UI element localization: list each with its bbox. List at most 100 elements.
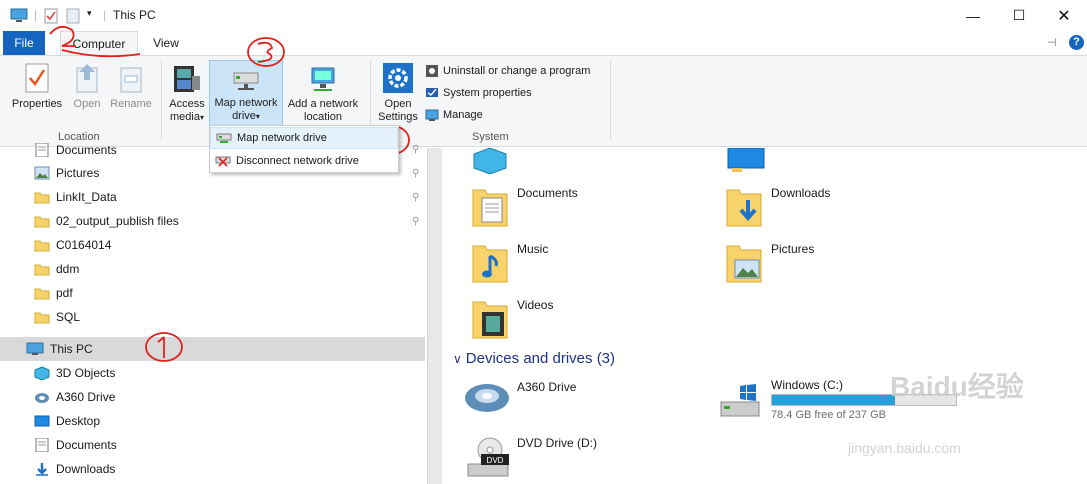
drive-tile-dvd[interactable]: DVD DVD Drive (D:) (465, 436, 597, 478)
access-media-button[interactable]: Access media▾ (166, 62, 208, 124)
group-separator (610, 60, 611, 140)
nav-item-label: 3D Objects (56, 366, 116, 380)
add-network-location-label: Add a network location (287, 98, 359, 123)
nav-item-pictures[interactable]: Pictures (34, 162, 99, 184)
tab-computer[interactable]: Computer (60, 31, 138, 55)
separator: | (34, 8, 38, 22)
nav-item-folder[interactable]: SQL (34, 306, 80, 328)
separator: | (103, 8, 107, 22)
window-title: This PC (113, 8, 156, 22)
folder-tile-music[interactable]: Music (472, 242, 548, 284)
map-network-drive-label: Map network drive (214, 97, 278, 122)
add-network-location-button[interactable]: Add a network location (285, 62, 361, 124)
uninstall-program-button[interactable]: Uninstall or change a program (425, 64, 590, 78)
help-icon[interactable]: ? (1069, 35, 1084, 50)
folder-label: Documents (517, 186, 578, 200)
system-properties-label: System properties (443, 87, 532, 99)
map-network-drive-button[interactable]: Map network drive▾ (209, 60, 283, 126)
a360-drive-icon (35, 393, 49, 403)
watermark-url: jingyan.baidu.com (848, 440, 961, 456)
folder-icon (34, 216, 50, 228)
pane-splitter[interactable] (427, 148, 442, 484)
folder-icon (34, 240, 50, 252)
folder-label: Videos (517, 298, 554, 312)
downloads-folder-icon (726, 189, 762, 227)
nav-item-folder[interactable]: LinkIt_Data (34, 186, 117, 208)
manage-button[interactable]: Manage (425, 108, 483, 122)
open-button[interactable]: Open (68, 62, 106, 111)
map-network-drive-menu: Map network drive Disconnect network dri… (209, 125, 399, 173)
nav-item-label: A360 Drive (56, 390, 116, 404)
close-icon[interactable]: ✕ (1041, 0, 1087, 31)
folder-icon (34, 288, 50, 300)
drive-label: DVD Drive (D:) (517, 436, 597, 450)
properties-icon (25, 63, 49, 93)
rename-button[interactable]: Rename (108, 62, 154, 111)
nav-item-this-pc[interactable]: This PC (26, 338, 93, 360)
documents-icon (35, 438, 49, 452)
nav-item-downloads[interactable]: Downloads (34, 458, 115, 480)
quick-access-dropdown-icon[interactable]: ▾ (87, 8, 92, 19)
folder-tile-pictures[interactable]: Pictures (726, 242, 814, 284)
nav-item-label: This PC (50, 342, 93, 356)
tab-file[interactable]: File (3, 31, 45, 55)
maximize-icon[interactable]: ☐ (996, 0, 1042, 31)
tab-view[interactable]: View (146, 31, 186, 55)
rename-label: Rename (110, 98, 152, 110)
nav-item-label: C0164014 (56, 238, 112, 252)
3d-objects-icon (34, 366, 50, 380)
devices-header-label: Devices and drives (3) (465, 350, 616, 367)
nav-item-desktop[interactable]: Desktop (34, 410, 100, 432)
properties-button[interactable]: Properties (8, 62, 66, 111)
pin-icon[interactable]: ⚲ (412, 192, 419, 203)
folder-label: Pictures (771, 242, 815, 256)
nav-item-folder[interactable]: C0164014 (34, 234, 111, 256)
nav-item-label: pdf (56, 286, 73, 300)
network-drive-icon (216, 133, 232, 143)
ribbon-tabs: File Computer View ⊣ ? (0, 31, 1087, 55)
computer-icon (26, 342, 44, 355)
drive-tile-a360[interactable]: A360 Drive (462, 380, 576, 416)
folder-tile-desktop[interactable] (726, 148, 766, 174)
a360-drive-icon (465, 384, 509, 412)
pin-icon[interactable]: ⚲ (412, 144, 419, 155)
folder-tile-documents[interactable]: Documents (472, 186, 578, 228)
nav-item-label: Downloads (56, 462, 116, 476)
open-settings-button[interactable]: Open Settings (375, 62, 421, 124)
new-folder-quick-icon[interactable] (66, 8, 80, 27)
folder-tile-3d-objects[interactable] (472, 148, 508, 174)
desktop-icon (727, 148, 765, 172)
menu-item-disconnect-network-drive[interactable]: Disconnect network drive (210, 150, 398, 172)
nav-item-folder[interactable]: 02_output_publish files (34, 210, 179, 232)
nav-item-folder[interactable]: pdf (34, 282, 73, 304)
3d-objects-icon (473, 148, 507, 174)
drive-label: A360 Drive (517, 380, 577, 394)
ribbon: Properties Open Rename Location Access m… (0, 55, 1087, 147)
folder-tile-downloads[interactable]: Downloads (726, 186, 830, 228)
computer-icon (10, 8, 28, 27)
nav-item-documents[interactable]: Documents (34, 434, 117, 456)
menu-item-map-network-drive[interactable]: Map network drive (210, 127, 398, 149)
dvd-drive-icon: DVD (467, 437, 509, 477)
folder-label: Downloads (771, 186, 831, 200)
group-separator (161, 60, 162, 140)
pin-icon[interactable]: ⚲ (412, 168, 419, 179)
documents-icon (35, 143, 49, 157)
nav-item-a360-drive[interactable]: A360 Drive (34, 386, 115, 408)
pin-icon[interactable]: ⚲ (412, 216, 419, 227)
folder-tile-videos[interactable]: Videos (472, 298, 553, 340)
group-label-system: System (472, 131, 509, 143)
properties-quick-icon[interactable] (44, 8, 58, 27)
nav-item-documents[interactable]: Documents (34, 139, 117, 161)
nav-item-folder[interactable]: ddm (34, 258, 79, 280)
documents-folder-icon (472, 189, 508, 227)
system-properties-button[interactable]: System properties (425, 86, 532, 100)
network-drive-icon (233, 72, 259, 90)
minimize-icon[interactable]: — (950, 0, 996, 31)
nav-item-3d-objects[interactable]: 3D Objects (34, 362, 115, 384)
pictures-icon (34, 166, 50, 180)
folder-icon (34, 192, 50, 204)
pin-ribbon-icon[interactable]: ⊣ (1047, 36, 1057, 49)
devices-section-header[interactable]: ∨ Devices and drives (3) (453, 350, 615, 367)
manage-icon (425, 109, 439, 121)
